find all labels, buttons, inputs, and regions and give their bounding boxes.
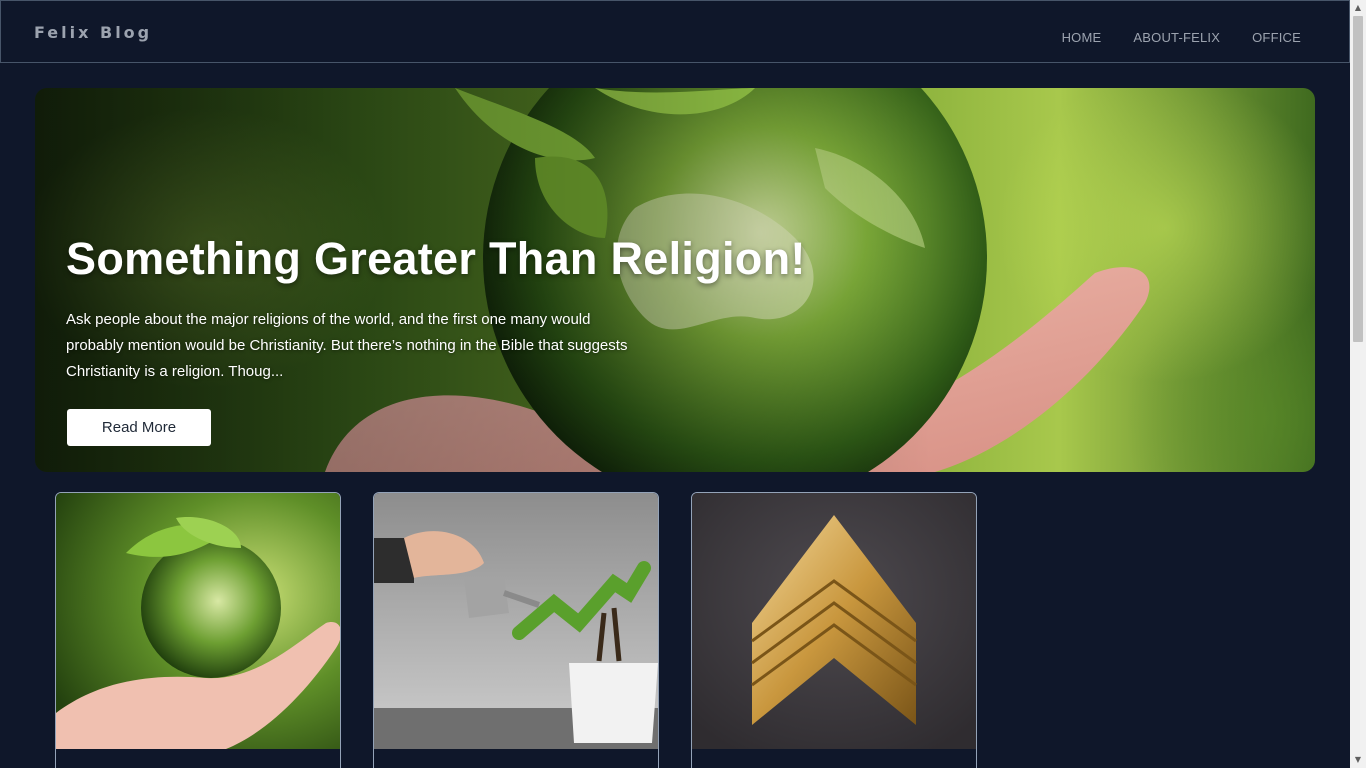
post-card-image[interactable] xyxy=(692,493,976,749)
post-card[interactable] xyxy=(691,492,977,768)
post-card[interactable] xyxy=(373,492,659,768)
hero-banner: Something Greater Than Religion! Ask peo… xyxy=(35,88,1315,472)
post-card-image[interactable] xyxy=(56,493,340,749)
nav-link-home[interactable]: HOME xyxy=(1062,30,1102,45)
vertical-scrollbar[interactable]: ▲ ▼ xyxy=(1350,0,1366,768)
brand-logo[interactable]: Felix Blog xyxy=(34,23,152,42)
scroll-thumb[interactable] xyxy=(1353,16,1363,342)
post-card-image[interactable] xyxy=(374,493,658,749)
post-card[interactable] xyxy=(55,492,341,768)
navbar: Felix Blog HOME ABOUT-FELIX OFFICE xyxy=(0,0,1350,63)
hero-description: Ask people about the major religions of … xyxy=(66,311,628,380)
scroll-up-arrow-icon[interactable]: ▲ xyxy=(1350,0,1366,16)
nav-link-office[interactable]: OFFICE xyxy=(1252,30,1301,45)
scroll-down-arrow-icon[interactable]: ▼ xyxy=(1350,752,1366,768)
read-more-button[interactable]: Read More xyxy=(67,409,211,446)
nav-links: HOME ABOUT-FELIX OFFICE xyxy=(1062,30,1301,45)
hero-title: Something Greater Than Religion! xyxy=(66,233,806,284)
nav-link-about-felix[interactable]: ABOUT-FELIX xyxy=(1133,30,1220,45)
